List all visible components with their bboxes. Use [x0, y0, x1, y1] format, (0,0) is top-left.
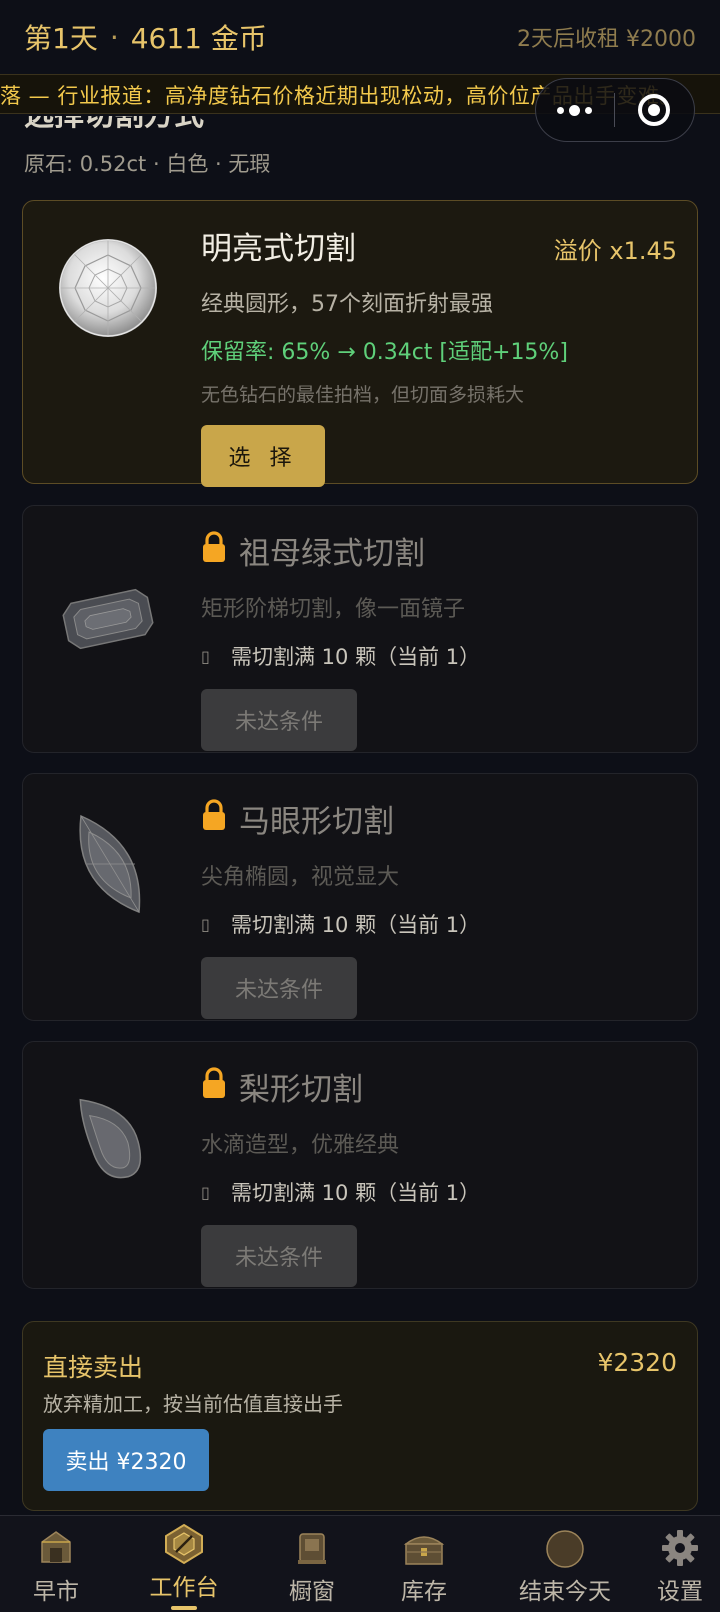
cut-description: 经典圆形，57个刻面折射最强 — [201, 292, 493, 317]
nav-inventory[interactable]: 库存 — [368, 1516, 480, 1612]
top-status-bar: 第1天 · 4611 金币 2天后收租 ¥2000 — [0, 0, 720, 74]
moon-end-day-icon — [544, 1528, 586, 1574]
nav-label: 橱窗 — [289, 1579, 335, 1605]
day-label: 第1天 — [24, 22, 98, 55]
cut-description: 尖角椭圆，视觉显大 — [201, 865, 400, 890]
sell-button[interactable]: 卖出 ¥2320 — [43, 1429, 209, 1491]
cut-title: 梨形切割 — [201, 1064, 677, 1109]
cut-note: 无色钻石的最佳拍档，但切面多损耗大 — [201, 384, 525, 406]
cut-card-emerald: 祖母绿式切割 矩形阶梯切割，像一面镜子 ▯ 需切割满 10 颗（当前 1） 未达… — [22, 505, 698, 753]
cut-title: 祖母绿式切割 — [201, 528, 677, 573]
unlock-requirement: ▯ 需切割满 10 颗（当前 1） — [201, 909, 677, 939]
nav-label: 设置 — [657, 1579, 703, 1605]
active-tab-indicator — [171, 1606, 197, 1610]
sell-title: 直接卖出 — [43, 1353, 144, 1382]
retention-rate: 保留率: 65% → 0.34ct [适配+15%] — [201, 340, 568, 365]
cut-card-brilliant: 溢价 x1.45 明亮式切割 经典圆形，57个刻面折射最强 保留率: 65% →… — [22, 200, 698, 487]
nav-market[interactable]: 早市 — [0, 1516, 112, 1612]
locked-cut-button[interactable]: 未达条件 — [201, 957, 357, 1019]
round-brilliant-diamond-icon — [53, 233, 163, 343]
cut-title: 马眼形切割 — [201, 796, 677, 841]
gear-icon — [660, 1528, 700, 1572]
cut-card-marquise: 马眼形切割 尖角椭圆，视觉显大 ▯ 需切割满 10 颗（当前 1） 未达条件 — [22, 773, 698, 1021]
market-icon — [36, 1528, 76, 1572]
cut-description: 水滴造型，优雅经典 — [201, 1133, 400, 1158]
requirement-glyph: ▯ — [201, 914, 210, 934]
cut-card-pear: 梨形切割 水滴造型，优雅经典 ▯ 需切割满 10 颗（当前 1） 未达条件 — [22, 1041, 698, 1289]
requirement-text: 需切割满 10 颗（当前 1） — [231, 645, 481, 669]
separator-dot: · — [109, 20, 119, 54]
workbench-icon — [162, 1522, 206, 1570]
nav-settings[interactable]: 设置 — [640, 1516, 720, 1612]
requirement-text: 需切割满 10 颗（当前 1） — [231, 1181, 481, 1205]
bottom-nav: 早市 工作台 橱窗 库存 结束今天 设置 — [0, 1515, 720, 1612]
cut-title: 明亮式切割 — [201, 231, 356, 267]
nav-label: 库存 — [401, 1579, 447, 1605]
requirement-glyph: ▯ — [201, 1182, 210, 1202]
nav-label: 工作台 — [149, 1575, 219, 1601]
close-target-icon[interactable] — [615, 93, 695, 127]
miniprogram-capsule — [535, 78, 695, 142]
nav-end-day[interactable]: 结束今天 — [500, 1516, 630, 1612]
locked-cut-button[interactable]: 未达条件 — [201, 689, 357, 751]
marquise-cut-diamond-icon — [53, 808, 163, 918]
lock-icon — [201, 798, 227, 839]
cut-title-text: 马眼形切割 — [239, 804, 394, 840]
requirement-text: 需切割满 10 颗（当前 1） — [231, 913, 481, 937]
nav-label: 结束今天 — [519, 1579, 611, 1605]
lock-icon — [201, 530, 227, 571]
coin-balance: 4611 金币 — [130, 22, 267, 55]
day-coins: 第1天 · 4611 金币 — [24, 17, 267, 57]
locked-cut-button[interactable]: 未达条件 — [201, 1225, 357, 1287]
sell-description: 放弃精加工，按当前估值直接出手 — [43, 1392, 343, 1416]
cut-description: 矩形阶梯切割，像一面镜子 — [201, 597, 466, 622]
cut-title-text: 祖母绿式切割 — [239, 536, 425, 572]
unlock-requirement: ▯ 需切割满 10 颗（当前 1） — [201, 1177, 677, 1207]
lock-icon — [201, 1066, 227, 1107]
unlock-requirement: ▯ 需切割满 10 颗（当前 1） — [201, 641, 677, 671]
sell-price: ¥2320 — [597, 1348, 677, 1377]
direct-sell-card: 直接卖出 ¥2320 放弃精加工，按当前估值直接出手 卖出 ¥2320 — [22, 1321, 698, 1511]
nav-label: 早市 — [33, 1579, 79, 1605]
pear-cut-diamond-icon — [53, 1084, 163, 1194]
requirement-glyph: ▯ — [201, 646, 210, 666]
cut-title-text: 梨形切割 — [239, 1072, 363, 1108]
nav-workbench[interactable]: 工作台 — [128, 1516, 240, 1612]
rough-stone-info: 原石: 0.52ct · 白色 · 无瑕 — [24, 152, 271, 176]
rent-countdown: 2天后收租 ¥2000 — [517, 27, 696, 52]
select-cut-button[interactable]: 选 择 — [201, 425, 325, 487]
nav-showcase[interactable]: 橱窗 — [256, 1516, 368, 1612]
emerald-cut-diamond-icon — [53, 564, 163, 674]
inventory-chest-icon — [402, 1528, 446, 1572]
more-menu-icon[interactable] — [536, 104, 614, 116]
showcase-icon — [292, 1528, 332, 1572]
